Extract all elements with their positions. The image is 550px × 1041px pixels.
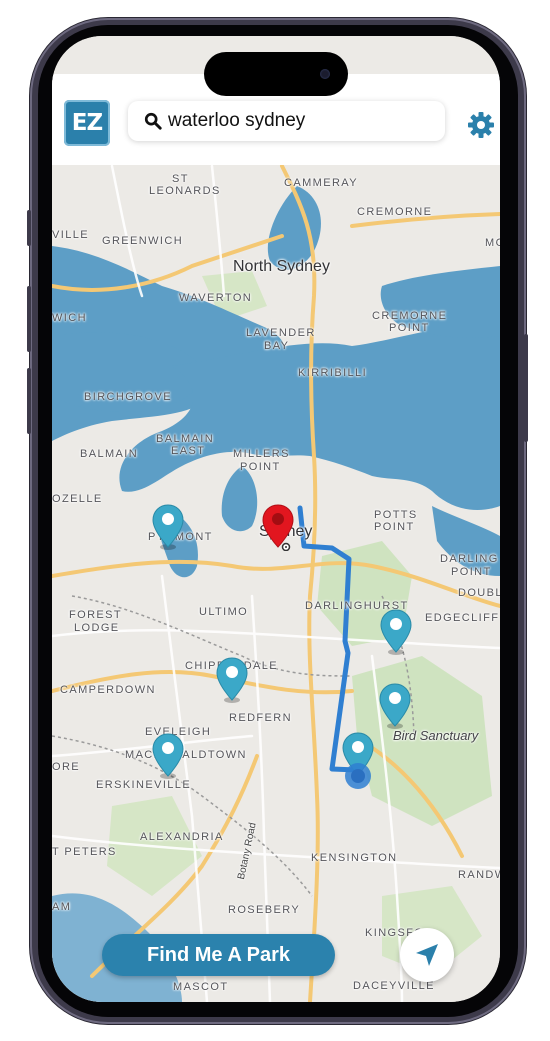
dynamic-island: [204, 52, 348, 96]
current-location-dot: [345, 763, 371, 789]
label-randw: RANDW: [458, 869, 500, 881]
label-erskineville: ERSKINEVILLE: [96, 779, 192, 791]
label-greenwich: GREENWICH: [102, 235, 184, 247]
label-north-sydney: North Sydney: [233, 258, 330, 275]
side-button-volume-down: [27, 368, 31, 434]
label-am: AM: [52, 901, 72, 913]
label-mo: MO: [485, 237, 500, 249]
parking-marker-macdonaldtown[interactable]: [151, 732, 185, 780]
label-doubl: DOUBL: [458, 587, 500, 599]
side-button-action: [27, 210, 31, 246]
destination-marker[interactable]: [261, 503, 295, 551]
label-ore: ORE: [52, 761, 81, 773]
label-rosebery: ROSEBERY: [228, 904, 301, 916]
label-mascot: MASCOT: [173, 981, 229, 993]
parking-marker-moore-park[interactable]: [378, 682, 412, 730]
side-button-power: [524, 334, 528, 442]
label-millers-point-2: POINT: [240, 461, 281, 473]
label-edgecliff: EDGECLIFF: [425, 612, 500, 624]
label-wich: WICH: [52, 312, 87, 324]
parking-marker-chippendale[interactable]: [215, 656, 249, 704]
label-birchgrove: BIRCHGROVE: [84, 391, 172, 403]
label-waverton: WAVERTON: [179, 292, 253, 304]
label-balmain: BALMAIN: [80, 448, 139, 460]
gear-icon[interactable]: [465, 109, 497, 141]
app-logo: EZ: [64, 100, 110, 146]
label-ville: VILLE: [52, 229, 89, 241]
label-camperdown: CAMPERDOWN: [60, 684, 156, 696]
app-screen: ST LEONARDS CAMMERAY CREMORNE VILLE GREE…: [52, 36, 500, 1002]
search-bar[interactable]: [128, 101, 445, 141]
navigation-arrow-icon: [416, 944, 438, 966]
side-button-volume-up: [27, 286, 31, 352]
label-st-leonards-2: LEONARDS: [149, 185, 221, 197]
label-bird-sanctuary: Bird Sanctuary: [393, 728, 479, 743]
label-ozelle: OZELLE: [52, 493, 103, 505]
label-redfern: REDFERN: [229, 712, 292, 724]
parking-marker-darlinghurst[interactable]: [379, 608, 413, 656]
label-forest-lodge: FOREST: [69, 609, 123, 621]
label-daceyville: DACEYVILLE: [353, 980, 435, 992]
label-balmain-east-2: EAST: [171, 445, 206, 457]
label-t-peters: T PETERS: [52, 846, 117, 858]
label-ultimo: ULTIMO: [199, 606, 249, 618]
label-cammeray: CAMMERAY: [284, 177, 358, 189]
label-lavender-bay: LAVENDER: [246, 327, 316, 339]
search-icon: [144, 112, 162, 130]
search-input[interactable]: [168, 108, 428, 134]
front-camera: [320, 69, 330, 79]
label-kensington: KENSINGTON: [311, 852, 398, 864]
find-me-a-park-button[interactable]: Find Me A Park: [102, 934, 335, 976]
label-lavender-bay-2: BAY: [264, 340, 290, 352]
label-alexandria: ALEXANDRIA: [140, 831, 224, 843]
label-millers-point: MILLERS: [233, 448, 290, 460]
locate-me-button[interactable]: [400, 928, 454, 982]
label-darling-point-2: POINT: [451, 566, 492, 578]
label-potts-point-2: POINT: [374, 521, 415, 533]
label-forest-lodge-2: LODGE: [74, 622, 120, 634]
label-darling-point: DARLING: [440, 553, 499, 565]
label-cremorne-point-2: POINT: [389, 322, 430, 334]
label-kirribilli: KIRRIBILLI: [298, 367, 368, 379]
label-cremorne: CREMORNE: [357, 206, 433, 218]
parking-marker-pyrmont[interactable]: [151, 503, 185, 551]
label-macdonaldtown: MACDONALDTOWN: [125, 749, 247, 761]
